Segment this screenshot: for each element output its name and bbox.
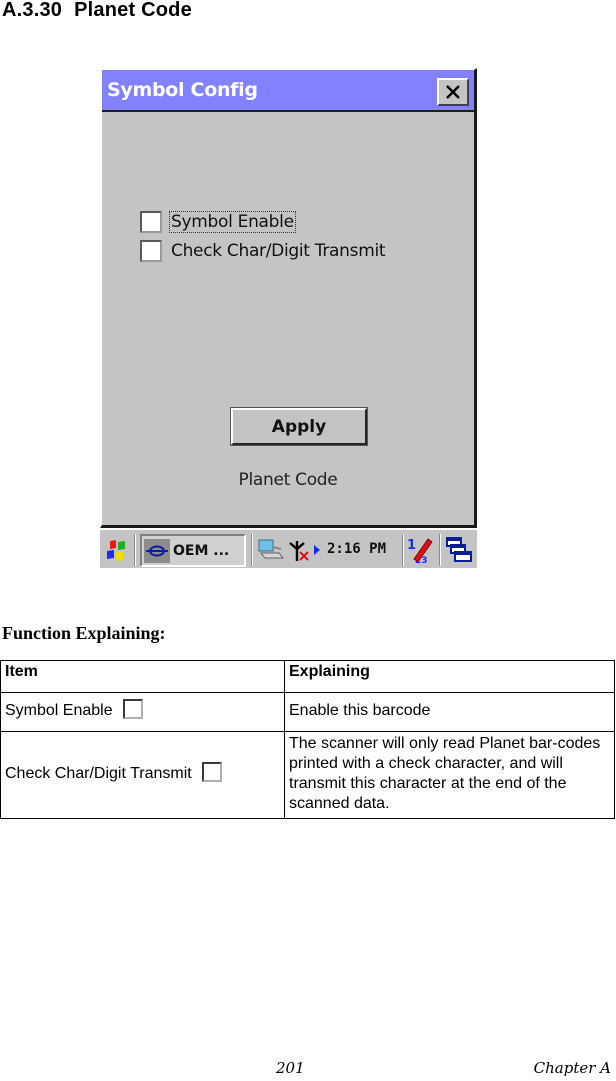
task-button-oem[interactable]: OEM ... (140, 534, 246, 567)
checkbox-icon (122, 699, 143, 719)
checkbox-icon (201, 761, 222, 782)
symbol-enable-checkbox[interactable] (140, 211, 162, 233)
table-header-row: Item Explaining (0, 660, 615, 693)
page-number: 201 (276, 1059, 305, 1077)
device-screenshot: Symbol Config Symbol Enable Check Char/D… (100, 68, 477, 568)
function-explaining-table: Item Explaining Symbol Enable Enable thi… (0, 660, 615, 819)
column-header-item: Item (0, 660, 285, 693)
signal-off-icon[interactable] (286, 537, 312, 563)
section-heading: A.3.30 Planet Code (2, 0, 192, 22)
symbol-enable-option[interactable]: Symbol Enable (140, 211, 296, 233)
symbology-name-label: Planet Code (238, 470, 338, 490)
switch-windows-icon[interactable] (445, 536, 473, 564)
tray-expand-arrow-icon[interactable] (313, 544, 321, 556)
close-icon (446, 85, 460, 99)
chapter-label: Chapter A (533, 1059, 611, 1077)
close-button[interactable] (437, 78, 469, 106)
item-label: Check Char/Digit Transmit (5, 765, 192, 783)
taskbar: OEM ... 2:16 PM 1 23 (100, 528, 477, 568)
window-titlebar: Symbol Config (102, 70, 474, 112)
windows-start-icon[interactable] (104, 538, 130, 564)
item-cell: Symbol Enable (0, 692, 285, 732)
table-row: Symbol Enable Enable this barcode (0, 692, 615, 732)
item-cell: Check Char/Digit Transmit (0, 731, 285, 819)
item-label: Symbol Enable (5, 702, 113, 720)
oem-app-icon (144, 538, 170, 563)
taskbar-separator (439, 534, 441, 566)
table-row: Check Char/Digit Transmit The scanner wi… (0, 731, 615, 819)
symbol-config-window: Symbol Config Symbol Enable Check Char/D… (100, 68, 477, 528)
svg-text:1: 1 (407, 538, 416, 553)
network-computer-icon[interactable] (257, 537, 285, 563)
taskbar-separator (251, 534, 253, 566)
apply-button[interactable]: Apply (230, 407, 368, 446)
column-header-explaining: Explaining (284, 660, 615, 693)
check-char-transmit-option[interactable]: Check Char/Digit Transmit (140, 240, 386, 262)
function-explaining-heading: Function Explaining: (2, 623, 166, 643)
explaining-cell: The scanner will only read Planet bar-co… (284, 731, 615, 819)
check-char-transmit-label[interactable]: Check Char/Digit Transmit (170, 241, 386, 261)
window-title: Symbol Config (107, 79, 258, 101)
taskbar-separator (402, 534, 404, 566)
section-title: Planet Code (74, 0, 192, 21)
section-number: A.3.30 (2, 0, 63, 21)
symbol-enable-label[interactable]: Symbol Enable (169, 211, 296, 233)
task-button-label: OEM ... (173, 542, 230, 559)
taskbar-clock[interactable]: 2:16 PM (327, 541, 386, 557)
taskbar-separator (134, 534, 136, 566)
window-client-area: Symbol Enable Check Char/Digit Transmit … (102, 114, 474, 525)
explaining-cell: Enable this barcode (284, 692, 615, 732)
check-char-transmit-checkbox[interactable] (140, 240, 162, 262)
input-panel-pen-icon[interactable]: 1 23 (406, 535, 434, 565)
